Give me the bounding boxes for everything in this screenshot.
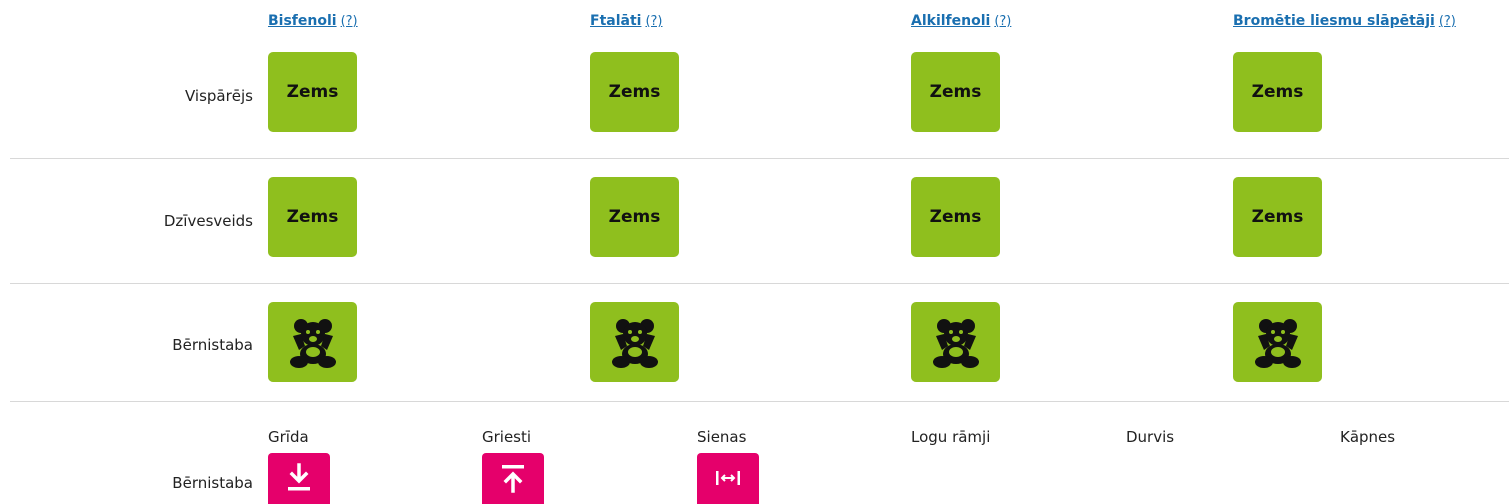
nursery-badge-brometie [1233,302,1322,382]
level-badge: Zems [911,177,1000,257]
column-headers: Bisfenoli (?) Ftalāti (?) Alkilfenoli (?) B… [0,0,1509,40]
nursery-badge-bisfenoli [268,302,357,382]
column-header-bisfenoli: Bisfenoli (?) [268,13,358,29]
floor-button[interactable] [268,453,330,504]
row-label-nursery-rooms: Bērnistaba [172,474,253,492]
brometie-help-link[interactable]: (?) [1439,14,1456,29]
level-badge: Zems [1233,52,1322,132]
teddy-bear-icon [289,319,336,368]
level-badge: Zems [911,52,1000,132]
room-label-walls: Sienas [697,428,747,446]
room-label-doors: Durvis [1126,428,1175,446]
row-label-nursery: Bērnistaba [172,336,253,354]
bisfenoli-help-link[interactable]: (?) [341,14,358,29]
level-badge: Zems [268,52,357,132]
row-divider [10,158,1509,159]
column-header-alkilfenoli: Alkilfenoli (?) [911,13,1011,29]
walls-button[interactable] [697,453,759,504]
row-label-lifestyle: Dzīvesveids [163,212,253,230]
level-badge: Zems [590,177,679,257]
row-divider [10,401,1509,402]
teddy-bear-icon [1254,319,1301,368]
row-divider [10,283,1509,284]
teddy-bear-icon [611,319,658,368]
ceiling-button[interactable] [482,453,544,504]
level-badge: Zems [1233,177,1322,257]
room-label-window-frames: Logu rāmji [911,428,991,446]
level-badge: Zems [590,52,679,132]
column-header-ftalati: Ftalāti (?) [590,13,663,29]
column-header-brometie: Bromētie liesmu slāpētāji (?) [1233,13,1456,29]
nursery-badge-alkilfenoli [911,302,1000,382]
arrow-down-to-floor-icon [288,463,310,491]
alkilfenoli-link[interactable]: Alkilfenoli [911,13,990,29]
ftalati-link[interactable]: Ftalāti [590,13,641,29]
nursery-badge-ftalati [590,302,679,382]
teddy-bear-icon [932,319,979,368]
level-badge: Zems [268,177,357,257]
ftalati-help-link[interactable]: (?) [645,14,662,29]
room-label-floor: Grīda [268,428,309,446]
brometie-link[interactable]: Bromētie liesmu slāpētāji [1233,13,1435,29]
arrows-between-walls-icon [716,471,740,485]
row-label-general: Vispārējs [184,87,253,105]
room-label-ceiling: Griesti [482,428,532,446]
alkilfenoli-help-link[interactable]: (?) [994,14,1011,29]
bisfenoli-link[interactable]: Bisfenoli [268,13,337,29]
room-label-stairs: Kāpnes [1340,428,1396,446]
arrow-up-to-ceiling-icon [502,465,524,493]
